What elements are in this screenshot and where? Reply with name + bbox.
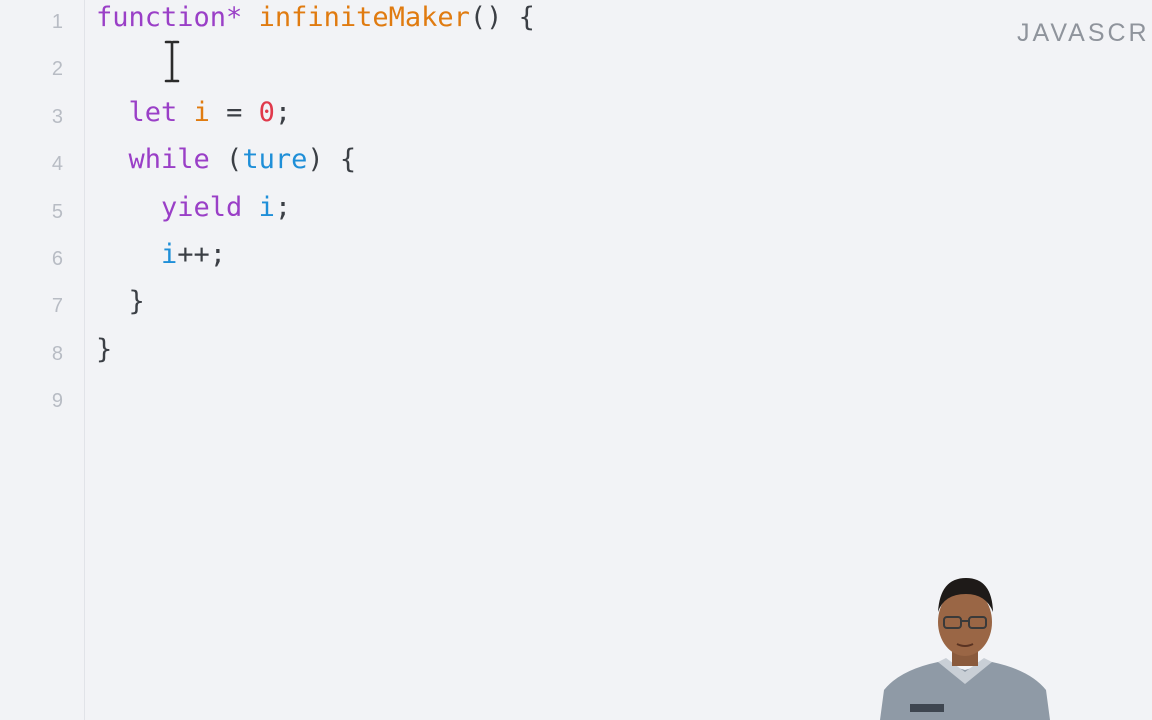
- code-text: while (ture) {: [96, 143, 357, 177]
- code-line[interactable]: 1 function* infiniteMaker() {: [0, 1, 900, 48]
- code-line[interactable]: 4 while (ture) {: [0, 143, 900, 190]
- code-token: i: [161, 239, 178, 270]
- code-token: (: [209, 144, 243, 176]
- code-line[interactable]: 9: [0, 380, 900, 427]
- line-number: 2: [51, 58, 63, 81]
- code-token: let: [128, 96, 178, 128]
- code-text: yield i;: [96, 191, 291, 225]
- code-token: ;: [274, 96, 292, 128]
- code-token: ture: [242, 144, 308, 176]
- code-text: }: [96, 285, 145, 319]
- code-token: }: [128, 286, 145, 318]
- line-number: 7: [51, 295, 63, 318]
- code-token: ++;: [177, 239, 227, 270]
- code-token: i: [258, 191, 275, 223]
- code-line[interactable]: 2: [0, 48, 900, 95]
- language-label: JAVASCR: [1017, 19, 1150, 47]
- line-number: 8: [51, 342, 63, 365]
- code-token: ;: [274, 191, 292, 223]
- code-line[interactable]: 3 let i = 0;: [0, 96, 900, 143]
- code-token: while: [128, 144, 210, 176]
- code-text: function* infiniteMaker() {: [96, 1, 535, 35]
- line-number: 9: [51, 390, 63, 413]
- code-token: =: [209, 96, 259, 128]
- line-number: 3: [51, 105, 63, 128]
- code-token: ) {: [307, 144, 357, 176]
- code-token: }: [96, 333, 113, 365]
- code-line[interactable]: 7 }: [0, 285, 900, 332]
- code-token: yield: [161, 191, 243, 223]
- code-token: i: [193, 96, 210, 128]
- code-line[interactable]: 6 i++;: [0, 238, 900, 285]
- code-text: let i = 0;: [96, 96, 292, 130]
- code-token: function*: [96, 2, 243, 33]
- code-text: i++;: [96, 238, 226, 272]
- code-text: }: [96, 333, 112, 367]
- line-number: 6: [51, 248, 63, 270]
- code-editor[interactable]: 1 function* infiniteMaker() {2 3 let i = 0…: [0, 0, 1152, 720]
- code-line[interactable]: 5 yield i;: [0, 191, 900, 238]
- code-token: infiniteMaker: [258, 2, 470, 33]
- code-token: 0: [258, 96, 275, 128]
- line-number: 1: [51, 11, 63, 33]
- code-token: () {: [469, 2, 535, 33]
- line-number: 4: [51, 153, 63, 176]
- line-number: 5: [51, 200, 63, 223]
- text-cursor-icon: [164, 40, 180, 83]
- presenter-webcam: [880, 578, 1050, 720]
- code-line[interactable]: 8}: [0, 333, 900, 380]
